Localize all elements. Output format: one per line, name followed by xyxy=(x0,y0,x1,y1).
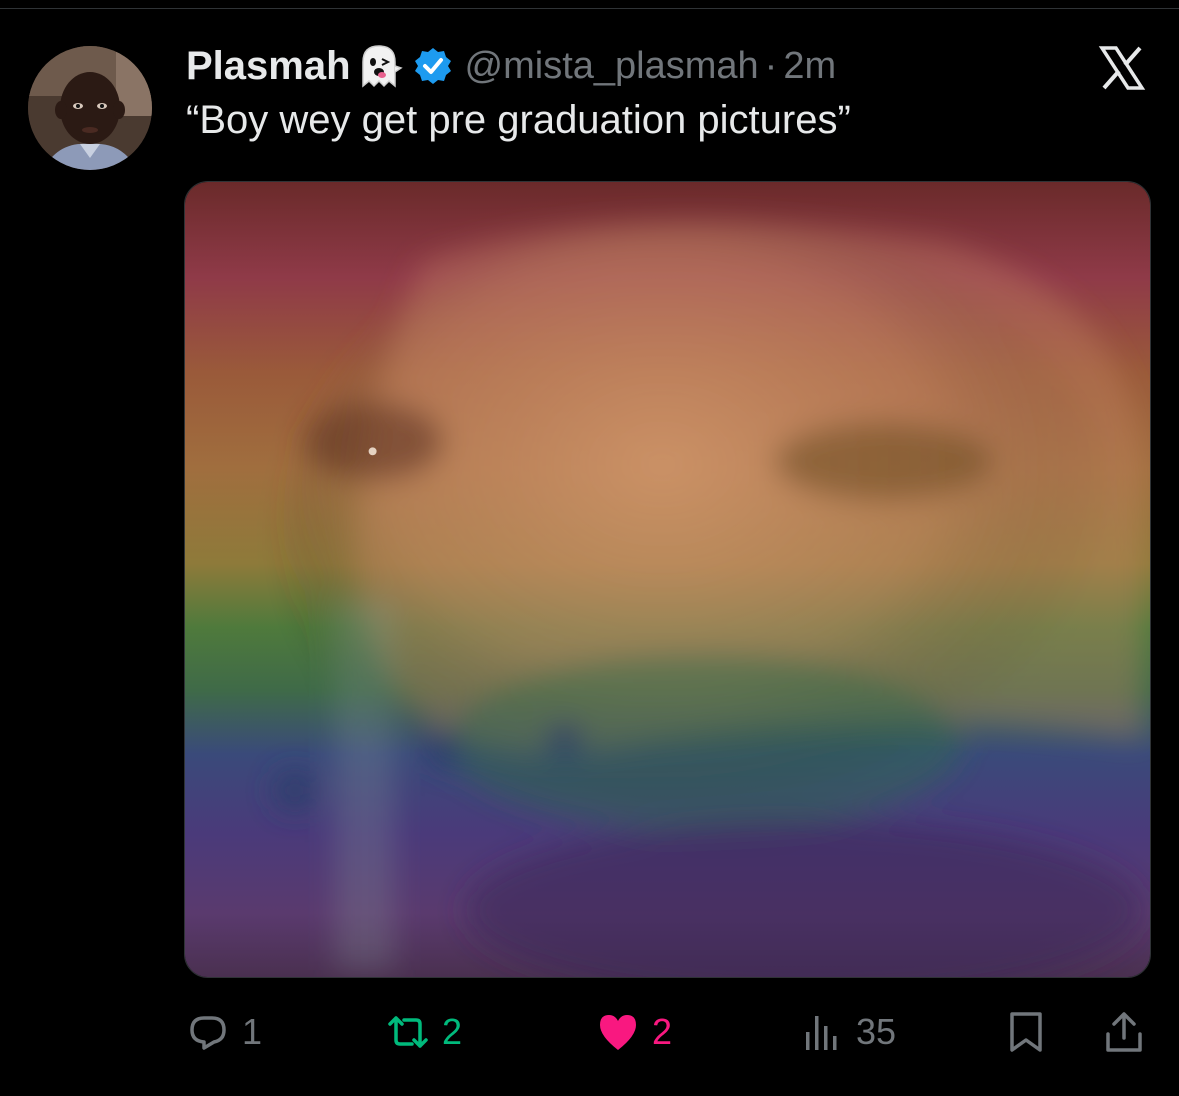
retweet-button[interactable]: 2 xyxy=(386,1006,462,1058)
analytics-icon xyxy=(806,1016,837,1050)
verified-badge-icon[interactable] xyxy=(413,46,453,86)
tweet-card[interactable]: Plasmah @mista_plasmah · 2m “Boy wey get… xyxy=(0,0,1179,1096)
tweet-header: Plasmah @mista_plasmah · 2m xyxy=(186,40,836,92)
share-icon xyxy=(1106,1012,1142,1052)
views-button[interactable]: 35 xyxy=(800,1006,896,1058)
reply-button[interactable]: 1 xyxy=(186,1006,262,1058)
display-name[interactable]: Plasmah xyxy=(186,44,351,89)
tweet-media-image[interactable] xyxy=(184,181,1151,978)
bookmark-icon xyxy=(1010,1012,1042,1052)
x-logo-icon xyxy=(1098,44,1146,92)
tweet-text: “Boy wey get pre graduation pictures” xyxy=(186,98,851,142)
retweet-icon xyxy=(388,1016,428,1048)
share-button[interactable] xyxy=(1102,1006,1146,1058)
like-count: 2 xyxy=(652,1011,673,1052)
timestamp[interactable]: 2m xyxy=(783,45,836,88)
user-handle[interactable]: @mista_plasmah xyxy=(465,45,759,88)
bookmark-button[interactable] xyxy=(1004,1006,1048,1058)
ghost-icon xyxy=(355,42,403,90)
like-button[interactable]: 2 xyxy=(596,1006,672,1058)
view-count: 35 xyxy=(856,1011,897,1052)
tweet-actions: 1 2 2 35 xyxy=(0,1006,1179,1058)
heart-icon xyxy=(600,1015,636,1050)
reply-icon xyxy=(190,1016,226,1050)
retweet-count: 2 xyxy=(442,1011,463,1052)
avatar[interactable] xyxy=(28,46,152,170)
reply-count: 1 xyxy=(242,1011,263,1052)
separator-dot: · xyxy=(764,44,778,87)
